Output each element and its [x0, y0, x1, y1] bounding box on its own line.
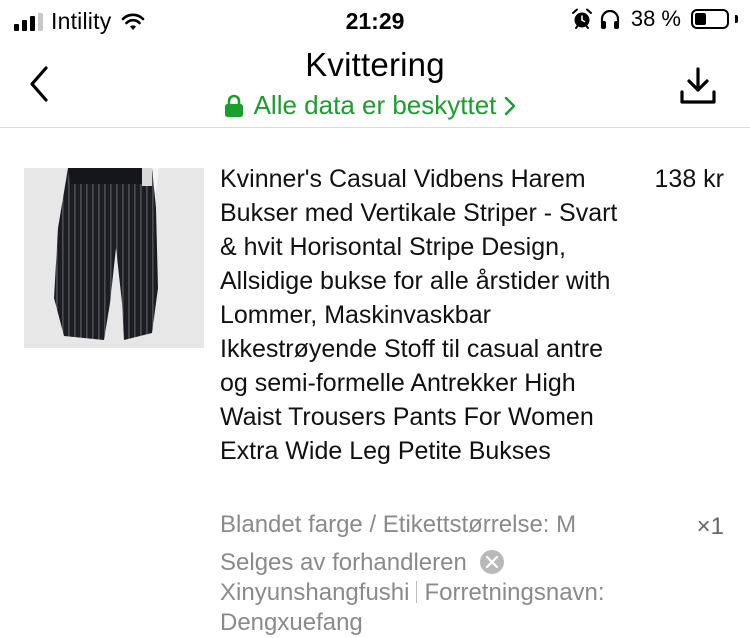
data-protection-link[interactable]: Alle data er beskyttet — [0, 90, 750, 121]
alarm-icon — [571, 8, 592, 29]
product-photo — [24, 168, 204, 348]
status-right: 38 % — [571, 6, 738, 32]
battery-nub — [735, 15, 738, 23]
download-icon[interactable] — [678, 66, 718, 106]
page-title: Kvittering — [305, 46, 445, 83]
navigation-bar: Kvittering Alle data er beskyttet — [0, 44, 750, 128]
chevron-right-icon — [505, 96, 516, 115]
battery-icon — [691, 9, 729, 29]
data-protection-label: Alle data er beskyttet — [253, 90, 497, 120]
header-divider — [0, 127, 750, 128]
item-price: 138 kr — [654, 165, 724, 193]
seller-info: Selges av forhandleren Xinyunshangfushi F… — [220, 548, 720, 638]
product-title[interactable]: Kvinner's Casual Vidbens Harem Bukser me… — [220, 162, 630, 468]
seller-badge-icon — [479, 550, 504, 574]
item-quantity: ×1 — [696, 513, 724, 540]
battery-percent: 38 % — [630, 6, 681, 31]
business-name-label: Forretningsnavn: — [424, 579, 605, 606]
lock-icon — [224, 94, 243, 117]
separator — [416, 581, 418, 603]
headphones-icon — [600, 9, 619, 29]
business-name: Dengxuefang — [220, 609, 363, 636]
seller-name[interactable]: Xinyunshangfushi — [220, 579, 409, 606]
item-variant: Blandet farge / Etikettstørrelse: M — [220, 511, 577, 538]
battery-fill — [695, 13, 706, 25]
status-bar: Intility 21:29 38 % — [0, 0, 750, 44]
product-image[interactable] — [24, 168, 204, 348]
seller-prefix: Selges av forhandleren — [220, 549, 467, 576]
